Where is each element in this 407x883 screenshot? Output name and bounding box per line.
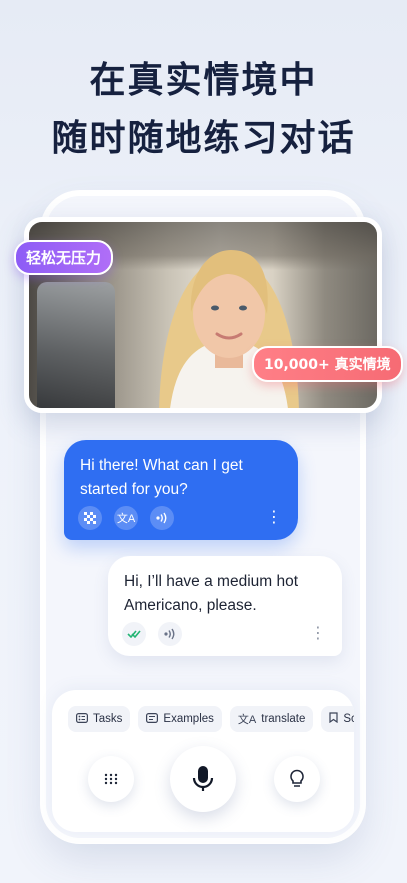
double-check-icon [122, 622, 146, 646]
headline-line-2: 随时随地练习对话 [51, 118, 356, 159]
chip-tasks-label: Tasks [93, 713, 123, 725]
play-audio-icon[interactable] [150, 506, 174, 530]
lightbulb-icon [290, 769, 304, 787]
input-panel: Tasks Examples 文A translate Sc [52, 690, 354, 832]
mic-icon [192, 766, 214, 791]
headline-line-1: 在真实情境中 [89, 60, 318, 101]
chip-scenes-label: Sc [343, 713, 354, 725]
chip-translate-label: translate [261, 713, 306, 725]
chip-examples[interactable]: Examples [138, 706, 222, 732]
play-audio-icon[interactable] [158, 622, 182, 646]
espresso-machine-background [37, 282, 115, 408]
chip-scenes[interactable]: Sc [321, 706, 354, 732]
bookmark-icon [329, 712, 338, 726]
translate-icon: 文A [237, 714, 257, 726]
chip-tasks[interactable]: Tasks [68, 706, 131, 732]
hint-button[interactable] [274, 756, 320, 802]
translate-icon[interactable]: 文A [114, 506, 138, 530]
keyboard-icon [104, 773, 118, 785]
blur-text-icon[interactable] [78, 506, 102, 530]
assistant-message-bubble: Hi there! What can I get started for you… [64, 440, 298, 540]
examples-icon [146, 712, 159, 726]
chip-translate[interactable]: 文A translate [229, 706, 314, 732]
user-message-text: Hi, I’ll have a medium hot Americano, pl… [124, 573, 299, 614]
voice-controls [52, 746, 354, 816]
user-message-bubble: Hi, I’ll have a medium hot Americano, pl… [108, 556, 342, 656]
keyboard-button[interactable] [88, 756, 134, 802]
more-options-icon[interactable]: ⋮ [266, 510, 282, 526]
tasks-icon [76, 712, 89, 726]
mic-button[interactable] [170, 746, 236, 812]
headline: 在真实情境中 随时随地练习对话 [0, 52, 407, 168]
scenarios-count-tag: 10,000+ 真实情境 [252, 346, 403, 382]
more-options-icon[interactable]: ⋮ [310, 626, 326, 642]
assistant-message-tools: 文A [78, 506, 174, 530]
barista-avatar-image [159, 250, 299, 408]
stress-free-tag: 轻松无压力 [14, 240, 114, 275]
user-message-tools [122, 622, 182, 646]
chip-examples-label: Examples [163, 713, 214, 725]
assistant-message-text: Hi there! What can I get started for you… [80, 457, 243, 498]
suggestion-chips: Tasks Examples 文A translate Sc [68, 706, 354, 732]
